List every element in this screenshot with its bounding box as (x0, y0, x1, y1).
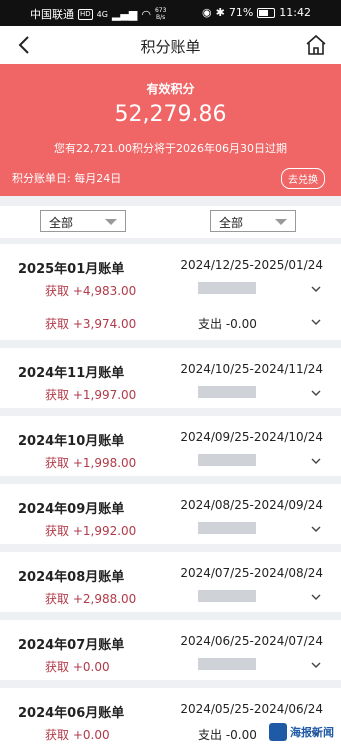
battery-percent: 71% (228, 6, 254, 19)
clock: 11:42 (279, 6, 311, 19)
bill-range: 2024/05/25-2024/06/24 (180, 702, 323, 716)
blurred-value (198, 454, 256, 466)
chevron-down-icon[interactable] (311, 592, 321, 602)
points-summary-banner: 有效积分 52,279.86 您有22,721.00积分将于2026年06月30… (0, 64, 341, 196)
type-filter-select[interactable]: 全部 (40, 210, 126, 232)
bill-month: 2024年11月账单 (18, 366, 125, 381)
blurred-value (198, 590, 256, 602)
dropdown-triangle-icon (105, 219, 117, 225)
bill-month: 2024年08月账单 (18, 570, 125, 585)
exchange-button[interactable]: 去兑换 (281, 168, 325, 189)
bill-earn: 获取 +0.00 (45, 660, 110, 674)
blurred-value (198, 658, 256, 670)
hd-badge: HD (78, 8, 93, 20)
bill-earn: 获取 +2,988.00 (45, 592, 137, 606)
bill-earn: 获取 +4,983.00 (45, 284, 137, 298)
watermark-text: 海报新闻 (290, 726, 334, 739)
home-icon[interactable] (303, 32, 329, 58)
bill-card[interactable]: 2024年07月账单 2024/06/25-2024/07/24 获取 +0.0… (0, 620, 341, 680)
blurred-value (198, 522, 256, 534)
chevron-down-icon[interactable] (311, 524, 321, 534)
filter-bar: 全部 全部 (0, 206, 341, 238)
page-title: 积分账单 (140, 38, 201, 56)
chevron-down-icon[interactable] (311, 317, 321, 327)
chevron-down-icon[interactable] (311, 284, 321, 294)
bill-month: 2024年10月账单 (18, 434, 125, 449)
battery-icon (257, 7, 276, 18)
chevron-down-icon[interactable] (311, 660, 321, 670)
blurred-value (198, 282, 256, 294)
time-filter-select[interactable]: 全部 (210, 210, 296, 232)
bill-sub-spend: 支出 -0.00 (198, 317, 257, 331)
bill-range: 2024/10/25-2024/11/24 (180, 362, 323, 376)
signal-label: 4G (96, 9, 108, 19)
blurred-value (198, 386, 256, 398)
netspeed: 673 B/s (155, 7, 166, 21)
netspeed-value: 673 (154, 7, 167, 14)
bill-month: 2025年01月账单 (18, 262, 125, 277)
bill-month: 2024年09月账单 (18, 502, 125, 517)
bill-spend: 支出 -0.00 (198, 728, 257, 742)
bill-day-label: 积分账单日: 每月24日 (12, 172, 122, 185)
bill-range: 2024/09/25-2024/10/24 (180, 430, 323, 444)
bill-sub-row[interactable]: 获取 +3,974.00 支出 -0.00 (0, 308, 341, 340)
dropdown-triangle-icon (275, 219, 287, 225)
bill-earn: 获取 +0.00 (45, 728, 110, 742)
chevron-down-icon[interactable] (311, 456, 321, 466)
netspeed-unit: B/s (156, 14, 166, 21)
bill-month: 2024年06月账单 (18, 706, 125, 721)
bill-card[interactable]: 2024年11月账单 2024/10/25-2024/11/24 获取 +1,9… (0, 348, 341, 408)
watermark-logo-icon (269, 723, 287, 741)
expire-note: 您有22,721.00积分将于2026年06月30日过期 (54, 142, 287, 155)
bill-range: 2024/07/25-2024/08/24 (180, 566, 323, 580)
carrier-label: 中国联通 (30, 8, 74, 21)
bill-card[interactable]: 2024年08月账单 2024/07/25-2024/08/24 获取 +2,9… (0, 552, 341, 612)
eye-icon: ◉ (202, 6, 212, 19)
type-filter-value: 全部 (49, 216, 74, 230)
bill-earn: 获取 +1,998.00 (45, 456, 137, 470)
top-bar: 积分账单 (0, 26, 341, 64)
bill-range: 2024/06/25-2024/07/24 (180, 634, 323, 648)
valid-points-amount: 52,279.86 (114, 102, 227, 127)
bluetooth-icon: ✱ (215, 6, 225, 19)
time-filter-value: 全部 (219, 216, 244, 230)
wifi-icon: ◠ (141, 7, 151, 21)
bill-range: 2024/12/25-2025/01/24 (180, 258, 323, 272)
signal-bars-icon: ▂▄▆ (111, 7, 138, 21)
bill-card[interactable]: 2024年10月账单 2024/09/25-2024/10/24 获取 +1,9… (0, 416, 341, 476)
chevron-down-icon[interactable] (311, 388, 321, 398)
valid-points-label: 有效积分 (146, 82, 195, 96)
bill-card[interactable]: 2024年09月账单 2024/08/25-2024/09/24 获取 +1,9… (0, 484, 341, 544)
bill-sub-earn: 获取 +3,974.00 (45, 317, 137, 331)
watermark: 海报新闻 (269, 722, 335, 742)
status-bar: 中国联通 HD 4G ▂▄▆ ◠ 673 B/s ◉ ✱ 71% 11:42 (0, 0, 341, 26)
bill-earn: 获取 +1,997.00 (45, 388, 137, 402)
bill-card[interactable]: 2025年01月账单 2024/12/25-2025/01/24 获取 +4,9… (0, 244, 341, 308)
bill-month: 2024年07月账单 (18, 638, 125, 653)
bill-earn: 获取 +1,992.00 (45, 524, 137, 538)
bill-range: 2024/08/25-2024/09/24 (180, 498, 323, 512)
